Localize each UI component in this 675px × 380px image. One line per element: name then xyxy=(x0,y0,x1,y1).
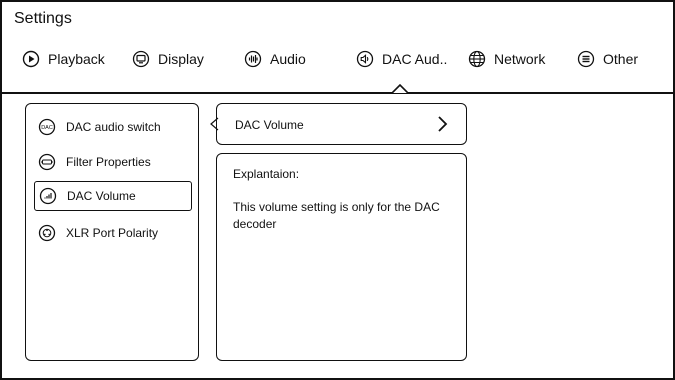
tab-dac-audio[interactable]: DAC Aud.. xyxy=(356,46,447,72)
volume-bars-icon xyxy=(39,187,57,205)
page-title: Settings xyxy=(14,10,72,27)
tab-label: Display xyxy=(158,51,204,67)
menu-item-xlr-port-polarity[interactable]: XLR Port Polarity xyxy=(34,218,192,248)
menu-item-dac-volume[interactable]: DAC Volume xyxy=(34,181,192,211)
menu-item-filter-properties[interactable]: Filter Properties xyxy=(34,147,192,177)
dac-volume-option[interactable]: DAC Volume xyxy=(216,103,467,145)
menu-item-label: XLR Port Polarity xyxy=(66,226,159,240)
header: Settings Playback Display Audio DAC Aud.… xyxy=(2,2,673,92)
option-label: DAC Volume xyxy=(235,118,304,132)
polarity-icon xyxy=(38,224,56,242)
tab-audio[interactable]: Audio xyxy=(244,46,306,72)
tab-network[interactable]: Network xyxy=(468,46,545,72)
tab-display[interactable]: Display xyxy=(132,46,204,72)
globe-icon xyxy=(468,50,486,68)
svg-text:DAC: DAC xyxy=(41,125,53,131)
tab-bar: Playback Display Audio DAC Aud.. Network xyxy=(2,46,673,72)
menu-item-label: DAC Volume xyxy=(67,189,136,203)
explanation-panel: Explantaion: This volume setting is only… xyxy=(216,153,467,361)
tab-playback[interactable]: Playback xyxy=(22,46,105,72)
tab-label: Playback xyxy=(48,51,105,67)
audio-wave-icon xyxy=(244,50,262,68)
tab-other[interactable]: Other xyxy=(577,46,638,72)
header-divider xyxy=(2,92,673,94)
tab-label: Audio xyxy=(270,51,306,67)
dac-icon: DAC xyxy=(38,118,56,136)
tab-label: Network xyxy=(494,51,546,67)
explanation-heading: Explantaion: xyxy=(233,167,300,181)
menu-circle-icon xyxy=(577,50,595,68)
tab-label: DAC Aud.. xyxy=(382,51,448,67)
filter-icon xyxy=(38,153,56,171)
menu-item-dac-audio-switch[interactable]: DAC DAC audio switch xyxy=(34,112,192,142)
tab-label: Other xyxy=(603,51,639,67)
menu-item-label: DAC audio switch xyxy=(66,120,161,134)
menu-item-label: Filter Properties xyxy=(66,155,151,169)
monitor-icon xyxy=(132,50,150,68)
explanation-text: This volume setting is only for the DAC … xyxy=(233,200,440,231)
selected-tab-indicator xyxy=(392,84,408,94)
play-circle-icon xyxy=(22,50,40,68)
chevron-right-icon xyxy=(438,116,448,132)
speaker-icon xyxy=(356,50,374,68)
dac-menu-panel: DAC DAC audio switch Filter Properties D… xyxy=(25,103,199,361)
